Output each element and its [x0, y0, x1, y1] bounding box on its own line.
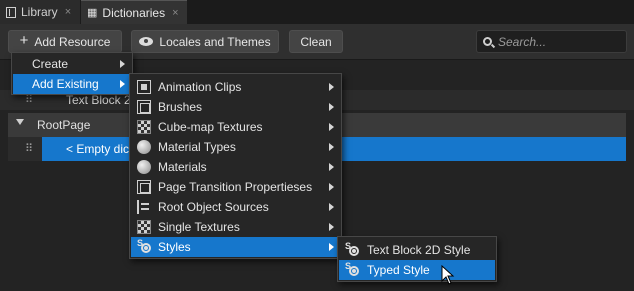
menu-item-label: Material Types	[158, 140, 236, 154]
animation-clip-icon	[137, 80, 151, 94]
submenu-arrow-icon	[120, 60, 125, 68]
add-resource-button[interactable]: + Add Resource	[8, 30, 122, 53]
expand-caret-icon[interactable]	[16, 119, 24, 125]
brush-icon	[137, 100, 151, 114]
menu-item-label: Page Transition Propertieses	[158, 180, 313, 194]
search-icon	[483, 37, 492, 46]
styles-menu: S Text Block 2D Style S Typed Style	[337, 236, 497, 282]
library-icon	[6, 6, 16, 18]
menu-item-label: Single Textures	[158, 220, 240, 234]
submenu-arrow-icon	[329, 123, 334, 131]
menu-item-materials[interactable]: Materials	[131, 157, 340, 177]
tab-bar: Library × ▦ Dictionaries ×	[0, 0, 634, 24]
material-type-icon	[137, 140, 151, 154]
menu-item-cube-map-textures[interactable]: Cube-map Textures	[131, 117, 340, 137]
menu-item-label: Materials	[158, 160, 207, 174]
dictionary-icon: ▦	[87, 7, 98, 19]
menu-item-text-block-2d-style[interactable]: S Text Block 2D Style	[339, 240, 495, 260]
submenu-arrow-icon	[329, 223, 334, 231]
tab-library[interactable]: Library ×	[0, 0, 80, 24]
page-transition-icon	[137, 180, 151, 194]
close-icon[interactable]: ×	[65, 6, 71, 18]
menu-item-label: Styles	[158, 240, 191, 254]
menu-item-page-transition-propertieses[interactable]: Page Transition Propertieses	[131, 177, 340, 197]
close-icon[interactable]: ×	[172, 7, 178, 19]
menu-item-label: Brushes	[158, 100, 203, 114]
menu-item-add-existing[interactable]: Add Existing	[13, 74, 131, 94]
clean-button[interactable]: Clean	[289, 30, 343, 53]
submenu-arrow-icon	[329, 83, 334, 91]
menu-item-label: Text Block 2D Style	[367, 243, 471, 257]
submenu-arrow-icon	[120, 80, 125, 88]
tree-row-label: Text Block 2	[66, 93, 131, 107]
submenu-arrow-icon	[329, 243, 334, 251]
style-icon: S	[137, 238, 151, 254]
single-texture-icon	[137, 220, 151, 234]
eye-icon	[139, 37, 154, 46]
menu-item-label: Cube-map Textures	[158, 120, 263, 134]
tab-dictionaries-label: Dictionaries	[102, 5, 166, 20]
menu-item-single-textures[interactable]: Single Textures	[131, 217, 340, 237]
menu-item-label: Create	[32, 57, 69, 71]
style-icon: S	[345, 241, 359, 257]
clean-label: Clean	[300, 34, 332, 49]
menu-item-label: Typed Style	[367, 263, 430, 277]
submenu-arrow-icon	[329, 183, 334, 191]
root-object-source-icon	[137, 200, 151, 214]
menu-item-create[interactable]: Create	[13, 54, 131, 74]
add-resource-menu: Create Add Existing	[11, 52, 133, 95]
submenu-arrow-icon	[329, 143, 334, 151]
submenu-arrow-icon	[329, 103, 334, 111]
rootpage-label: RootPage	[37, 118, 91, 132]
mouse-cursor-icon	[441, 265, 455, 285]
menu-item-brushes[interactable]: Brushes	[131, 97, 340, 117]
menu-item-material-types[interactable]: Material Types	[131, 137, 340, 157]
add-resource-label: Add Resource	[34, 34, 111, 49]
locales-and-themes-button[interactable]: Locales and Themes	[131, 30, 279, 53]
menu-item-animation-clips[interactable]: Animation Clips	[131, 77, 340, 97]
search-input[interactable]	[498, 34, 608, 49]
submenu-arrow-icon	[329, 203, 334, 211]
drag-handle-icon[interactable]: ⠿	[25, 142, 33, 155]
submenu-arrow-icon	[329, 163, 334, 171]
style-icon: S	[345, 261, 359, 277]
menu-item-label: Add Existing	[32, 77, 99, 91]
search-box[interactable]	[476, 30, 627, 53]
menu-item-label: Root Object Sources	[158, 200, 269, 214]
tab-library-label: Library	[21, 5, 58, 19]
menu-item-root-object-sources[interactable]: Root Object Sources	[131, 197, 340, 217]
plus-icon: +	[19, 32, 29, 49]
cubemap-texture-icon	[137, 120, 151, 134]
tab-dictionaries[interactable]: ▦ Dictionaries ×	[81, 0, 187, 24]
material-icon	[137, 160, 151, 174]
empty-dictionary-label: < Empty dic	[66, 142, 130, 156]
menu-item-label: Animation Clips	[158, 80, 242, 94]
menu-item-styles[interactable]: S Styles	[131, 237, 340, 257]
menu-item-typed-style[interactable]: S Typed Style	[339, 260, 495, 280]
add-existing-menu: Animation Clips Brushes Cube-map Texture…	[129, 73, 342, 259]
locales-and-themes-label: Locales and Themes	[159, 34, 271, 49]
